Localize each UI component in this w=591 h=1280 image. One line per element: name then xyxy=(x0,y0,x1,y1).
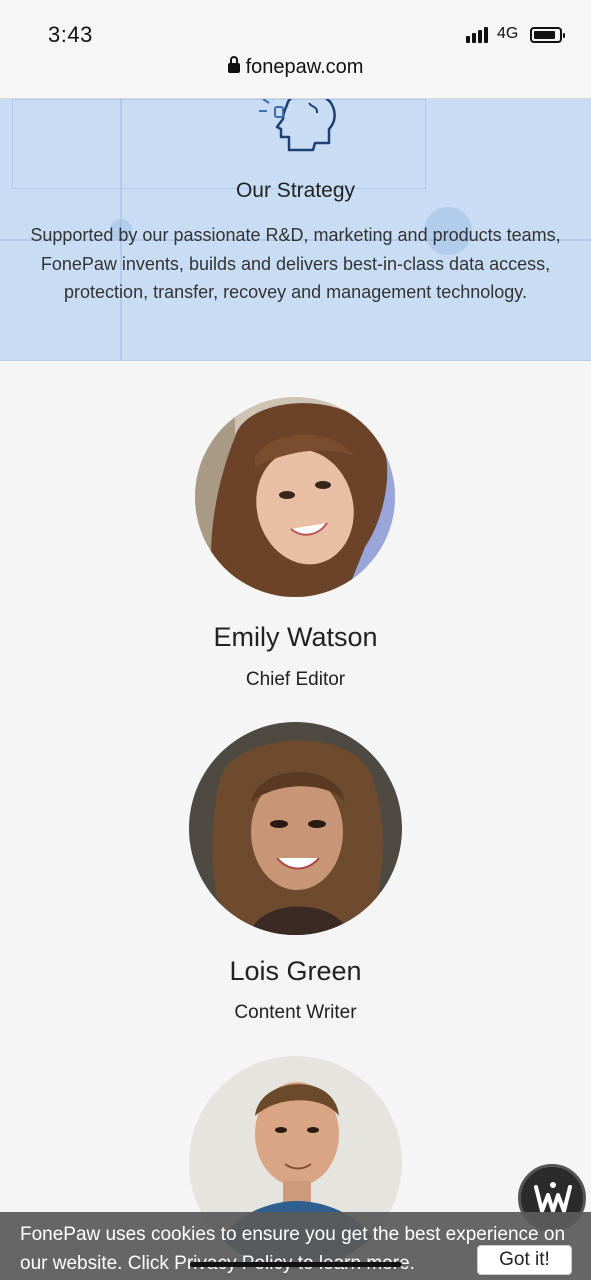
battery-icon xyxy=(530,27,565,43)
lock-icon xyxy=(227,56,240,73)
head-lightbulb-icon xyxy=(259,99,336,152)
browser-top-bar: 3:43 4G fonepaw.com xyxy=(0,0,591,99)
member-role: Content Writer xyxy=(234,1002,357,1023)
cookie-consent-bar: FonePaw uses cookies to ensure you get t… xyxy=(0,1212,591,1280)
strategy-section: Our Strategy Supported by our passionate… xyxy=(0,99,591,361)
strategy-title: Our Strategy xyxy=(235,179,356,202)
url-text: fonepaw.com xyxy=(245,56,364,78)
address-bar[interactable]: fonepaw.com xyxy=(0,56,591,79)
strategy-description: Supported by our passionate R&D, marketi… xyxy=(30,225,561,302)
member-role: Chief Editor xyxy=(245,669,346,690)
status-time: 3:43 xyxy=(48,22,93,47)
portrait-image xyxy=(195,397,395,597)
decorative-frame xyxy=(12,99,426,189)
member-name: Emily Watson xyxy=(213,622,378,652)
avatar-lois-green xyxy=(189,722,402,935)
network-type: 4G xyxy=(497,25,519,42)
portrait-image xyxy=(189,722,402,935)
got-it-button[interactable]: Got it! xyxy=(477,1245,572,1275)
home-indicator[interactable] xyxy=(190,1262,402,1267)
cellular-signal-icon xyxy=(466,27,490,43)
member-name: Lois Green xyxy=(229,956,362,986)
avatar-emily-watson xyxy=(195,397,395,597)
